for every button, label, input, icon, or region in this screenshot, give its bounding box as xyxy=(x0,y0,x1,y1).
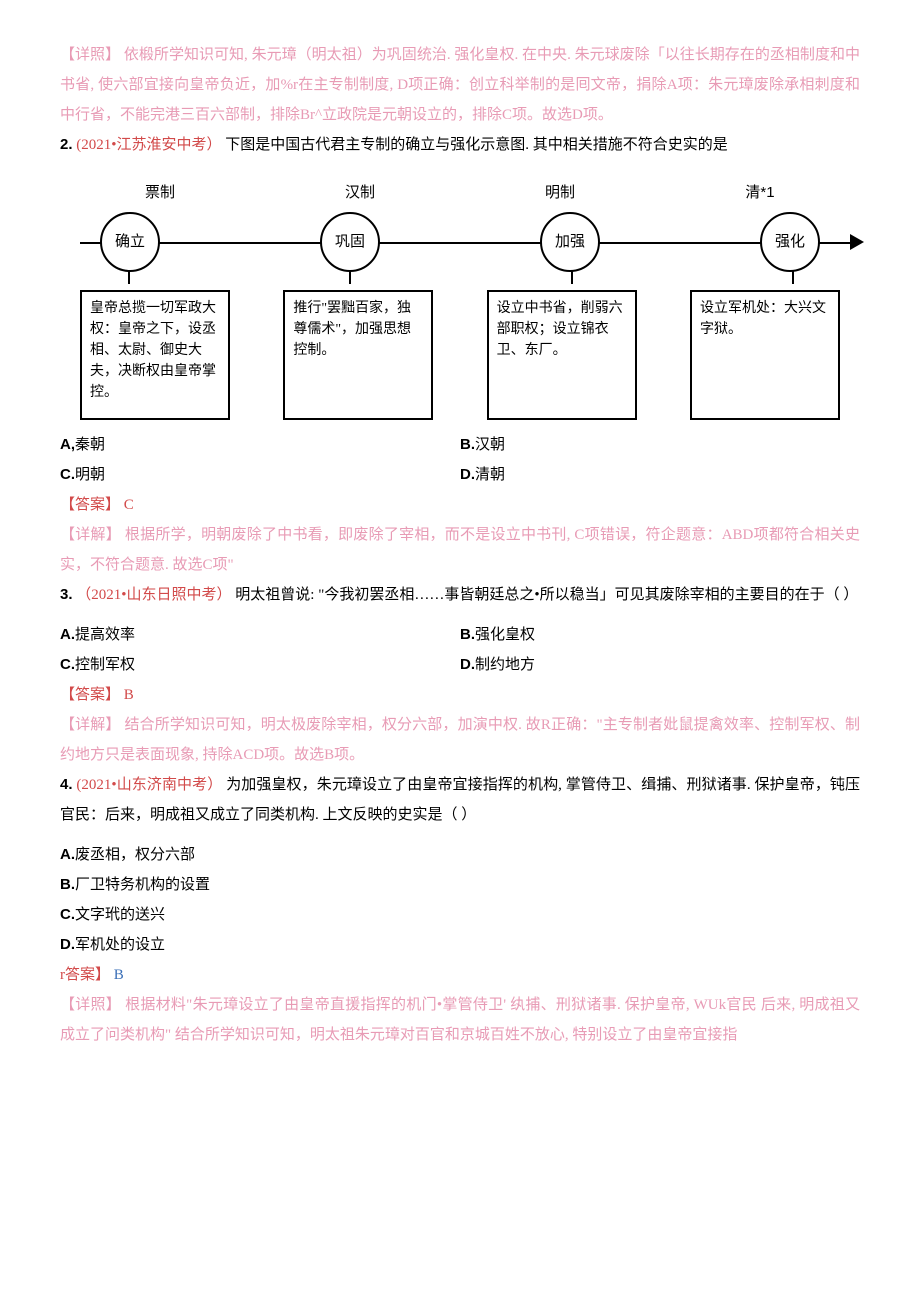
option-a: A.废丞相，权分六部 xyxy=(60,840,860,870)
question-2-stem: 2. (2021•江苏淮安中考） 下图是中国古代君主专制的确立与强化示意图. 其… xyxy=(60,130,860,160)
diagram-header: 明制 xyxy=(500,178,620,208)
diagram-box-row: 皇帝总揽一切军政大权：皇帝之下，设丞相、太尉、御史大夫，决断权由皇帝掌控。 推行… xyxy=(60,290,860,420)
diagram-header: 汉制 xyxy=(300,178,420,208)
question-3-stem: 3. （2021•山东日照中考） 明太祖曾说: "今我初罢丞相……事皆朝廷总之•… xyxy=(60,580,860,610)
option-b: B.强化皇权 xyxy=(460,620,860,650)
question-3-explanation: 【详解】 结合所学知识可知，明太极废除宰相，权分六部，加演中权. 故R正确："主… xyxy=(60,710,860,770)
question-2-options: A,秦朝 B.汉朝 C.明朝 D.清朝 xyxy=(60,430,860,490)
arrow-right-icon xyxy=(850,234,864,250)
answer-tag: 【答案】 xyxy=(60,687,120,703)
explanation-text: 结合所学知识可知，明太极废除宰相，权分六部，加演中权. 故R正确："主专制者妣鼠… xyxy=(60,717,860,763)
diagram-connectors xyxy=(60,272,860,284)
diagram-box: 皇帝总揽一切军政大权：皇帝之下，设丞相、太尉、御史大夫，决断权由皇帝掌控。 xyxy=(80,290,230,420)
explanation-text: 根据材料"朱元璋设立了由皇帝直援指挥的机门•掌管侍卫' 纨捕、刑狱诸事. 保护皇… xyxy=(60,997,860,1043)
diagram-circle: 强化 xyxy=(760,212,820,272)
option-c: C.文字玳的送兴 xyxy=(60,900,860,930)
explanation-tag: 【详照】 xyxy=(60,47,120,63)
option-d: D.清朝 xyxy=(460,460,860,490)
option-c: C.明朝 xyxy=(60,460,460,490)
connector-icon xyxy=(100,272,156,284)
question-source: （2021•山东日照中考） xyxy=(76,587,231,603)
question-number: 4. xyxy=(60,776,73,793)
diagram-box: 推行"罢黜百家，独尊儒术"，加强思想控制。 xyxy=(283,290,433,420)
connector-icon xyxy=(321,272,377,284)
answer-value: C xyxy=(124,497,134,513)
question-text: 明太祖曾说: "今我初罢丞相……事皆朝廷总之•所以稳当」可见其废除宰相的主要目的… xyxy=(235,587,858,603)
explanation-text: 根据所学，明朝废除了中书看，即废除了宰相，而不是设立中书刊, C项错误，符企题意… xyxy=(60,527,860,573)
question-4-answer: r答案】 B xyxy=(60,960,860,990)
answer-value: B xyxy=(124,687,134,703)
explanation-paragraph-1: 【详照】 依椴所学知识可知, 朱元璋（明太祖）为巩固统治. 强化皇权. 在中央.… xyxy=(60,40,860,130)
answer-tag: r答案】 xyxy=(60,967,110,983)
question-3-answer: 【答案】 B xyxy=(60,680,860,710)
question-number: 2. xyxy=(60,136,73,153)
question-4-explanation: 【详照】 根据材料"朱元璋设立了由皇帝直援指挥的机门•掌管侍卫' 纨捕、刑狱诸事… xyxy=(60,990,860,1050)
explanation-tag: 【详解】 xyxy=(60,527,121,543)
answer-value: B xyxy=(114,967,124,983)
explanation-text: 依椴所学知识可知, 朱元璋（明太祖）为巩固统治. 强化皇权. 在中央. 朱元球废… xyxy=(60,47,860,123)
diagram-header-row: 票制 汉制 明制 清*1 xyxy=(60,178,860,212)
option-b: B.汉朝 xyxy=(460,430,860,460)
option-c: C.控制军权 xyxy=(60,650,460,680)
connector-icon xyxy=(543,272,599,284)
option-d: D.军机处的设立 xyxy=(60,930,860,960)
diagram-circle: 巩固 xyxy=(320,212,380,272)
question-source: (2021•江苏淮安中考） xyxy=(76,137,221,153)
option-d: D.制约地方 xyxy=(460,650,860,680)
question-source: (2021•山东济南中考） xyxy=(76,777,222,793)
explanation-tag: 【详解】 xyxy=(60,717,121,733)
diagram-chain: 确立 巩固 加强 强化 xyxy=(60,212,860,272)
answer-tag: 【答案】 xyxy=(60,497,120,513)
diagram-circle: 确立 xyxy=(100,212,160,272)
diagram-circle: 加强 xyxy=(540,212,600,272)
question-3-options: A.提高效率 B.强化皇权 C.控制军权 D.制约地方 xyxy=(60,620,860,680)
question-2-answer: 【答案】 C xyxy=(60,490,860,520)
question-number: 3. xyxy=(60,586,73,603)
option-b: B.厂卫特务机构的设置 xyxy=(60,870,860,900)
question-4-options: A.废丞相，权分六部 B.厂卫特务机构的设置 C.文字玳的送兴 D.军机处的设立 xyxy=(60,840,860,960)
explanation-tag: 【详照】 xyxy=(60,997,121,1013)
diagram-box: 设立中书省，削弱六部职权；设立锦衣卫、东厂。 xyxy=(487,290,637,420)
diagram-header: 清*1 xyxy=(700,178,820,208)
option-a: A.提高效率 xyxy=(60,620,460,650)
diagram-box: 设立军机处：大兴文字狱。 xyxy=(690,290,840,420)
connector-icon xyxy=(764,272,820,284)
option-a: A,秦朝 xyxy=(60,430,460,460)
monarchy-diagram: 票制 汉制 明制 清*1 确立 巩固 加强 强化 皇帝总揽一切军政大权：皇帝之下… xyxy=(60,178,860,420)
diagram-header: 票制 xyxy=(100,178,220,208)
question-4-stem: 4. (2021•山东济南中考） 为加强皇权，朱元璋设立了由皇帝宜接指挥的机构,… xyxy=(60,770,860,830)
question-2-explanation: 【详解】 根据所学，明朝废除了中书看，即废除了宰相，而不是设立中书刊, C项错误… xyxy=(60,520,860,580)
question-text: 下图是中国古代君主专制的确立与强化示意图. 其中相关措施不符合史实的是 xyxy=(225,137,728,153)
